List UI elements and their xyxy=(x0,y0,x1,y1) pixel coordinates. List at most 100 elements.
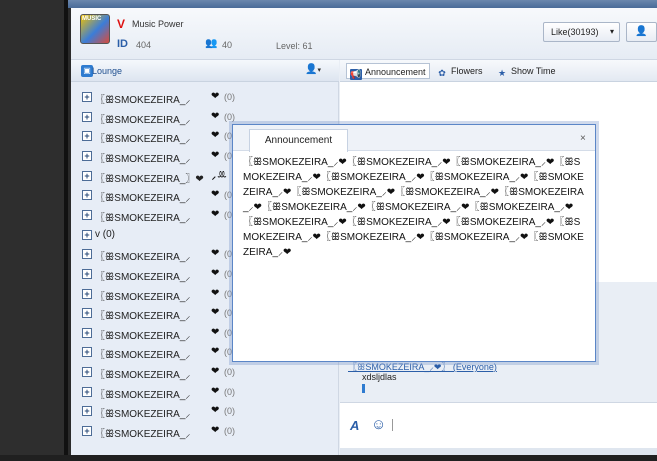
user-name: 〖ꕥSMOKEZEIRA_⸝ xyxy=(95,429,191,441)
heart-icon: ❤ xyxy=(211,366,220,378)
heart-icon: ⸝ꔛ xyxy=(211,169,227,181)
expand-icon[interactable]: + xyxy=(82,150,92,161)
lounge-title: Lounge xyxy=(92,66,123,76)
expand-icon[interactable]: + xyxy=(82,92,92,102)
user-profile-button[interactable]: 👤 xyxy=(626,22,657,42)
window-top-strip xyxy=(68,0,657,8)
user-name: v (0) xyxy=(95,228,115,240)
heart-icon: ❤ xyxy=(211,346,220,358)
user-name: 〖ꕥSMOKEZEIRA_⸝ xyxy=(95,409,191,421)
close-icon[interactable]: × xyxy=(580,133,586,144)
user-name: 〖ꕥSMOKEZEIRA_⸝ xyxy=(95,212,191,224)
expand-icon[interactable]: + xyxy=(82,111,92,122)
expand-icon[interactable]: + xyxy=(82,347,92,358)
user-likes: (0) xyxy=(224,92,235,102)
expand-icon[interactable]: + xyxy=(82,367,92,378)
user-name: 〖ꕥSMOKEZEIRA_⸝ xyxy=(95,311,191,323)
user-likes: (0) xyxy=(224,426,235,437)
user-name: 〖ꕥSMOKEZEIRA_⸝ xyxy=(95,330,191,342)
user-name: 〖ꕥSMOKEZEIRA_⸝ xyxy=(95,95,191,106)
announcement-button[interactable]: 📢 Announcement xyxy=(346,63,430,80)
user-name: 〖ꕥSMOKEZEIRA_⸝ xyxy=(95,252,191,264)
expand-icon[interactable]: + xyxy=(82,327,92,338)
heart-icon: ❤ xyxy=(211,189,220,201)
user-likes: (0) xyxy=(224,406,235,417)
heart-icon: ❤ xyxy=(211,425,220,437)
room-level: Level: 61 xyxy=(276,41,313,51)
expand-icon[interactable]: + xyxy=(82,386,92,397)
user-name: 〖ꕥSMOKEZEIRA_〗❤ xyxy=(95,173,204,185)
user-name: 〖ꕥSMOKEZEIRA_⸝ xyxy=(95,291,191,303)
users-count: 40 xyxy=(222,40,233,50)
heart-icon: ❤ xyxy=(211,248,220,260)
chat-message: xdsljdlas xyxy=(362,372,397,382)
expand-icon[interactable]: + xyxy=(82,308,92,319)
expand-icon[interactable]: + xyxy=(82,426,92,437)
flower-icon: ✿ xyxy=(438,68,446,78)
heart-icon: ❤ xyxy=(211,287,220,299)
announcement-dialog: Announcement × 〖ꕥSMOKEZEIRA_⸝❤〖ꕥSMOKEZEI… xyxy=(232,124,596,362)
user-name: 〖ꕥSMOKEZEIRA_⸝ xyxy=(95,350,191,362)
announcement-button-label: Announcement xyxy=(365,67,426,77)
user-name: 〖ꕥSMOKEZEIRA_⸝ xyxy=(95,153,191,165)
user-list-item[interactable]: + 〖ꕥSMOKEZEIRA_⸝ ❤ (0) xyxy=(82,384,332,402)
expand-icon[interactable]: + xyxy=(82,229,92,240)
room-id-value: 404 xyxy=(136,40,152,50)
megaphone-icon: 📢 xyxy=(350,69,362,80)
heart-icon: ❤ xyxy=(211,91,220,102)
user-list-item[interactable]: + 〖ꕥSMOKEZEIRA_⸝ ❤ (0) xyxy=(82,89,332,107)
chevron-down-icon: ▾ xyxy=(609,27,614,36)
expand-icon[interactable]: + xyxy=(82,288,92,299)
expand-icon[interactable]: + xyxy=(82,268,92,279)
room-logo: MUSIC xyxy=(80,14,110,44)
window-bezel xyxy=(0,0,68,461)
like-button-label: Like(30193) xyxy=(551,27,599,37)
heart-icon: ❤ xyxy=(211,385,220,397)
user-name: 〖ꕥSMOKEZEIRA_⸝ xyxy=(95,389,191,401)
heart-icon: ❤ xyxy=(211,208,220,220)
message-marker xyxy=(362,384,365,393)
heart-icon: ❤ xyxy=(211,130,220,142)
user-list-item[interactable]: + 〖ꕥSMOKEZEIRA_⸝ ❤ (0) xyxy=(82,403,332,421)
show-time-button-label: Show Time xyxy=(511,66,556,76)
user-name: 〖ꕥSMOKEZEIRA_⸝ xyxy=(95,193,191,205)
lounge-header: ▣ Lounge 👤▾ xyxy=(71,60,339,82)
star-icon: ★ xyxy=(497,68,507,78)
expand-icon[interactable]: + xyxy=(82,249,92,260)
message-input-bar: A ☺ xyxy=(340,402,657,448)
user-list-item[interactable]: + 〖ꕥSMOKEZEIRA_⸝ ❤ (0) xyxy=(82,423,332,441)
user-likes: (0) xyxy=(224,386,235,397)
show-time-button[interactable]: ★ Show Time xyxy=(496,63,556,79)
expand-icon[interactable]: + xyxy=(82,131,92,142)
user-name: 〖ꕥSMOKEZEIRA_⸝ xyxy=(95,114,191,126)
expand-icon[interactable]: + xyxy=(82,170,92,181)
like-button[interactable]: Like(30193) ▾ xyxy=(543,22,620,42)
smile-icon[interactable]: ☺ xyxy=(371,416,386,433)
room-logo-text: MUSIC xyxy=(82,16,102,22)
dialog-header: Announcement × xyxy=(233,125,595,152)
vip-badge: V xyxy=(117,17,126,31)
expand-icon[interactable]: + xyxy=(82,209,92,220)
font-icon[interactable]: A xyxy=(350,418,359,433)
lounge-menu-button[interactable]: 👤▾ xyxy=(305,64,321,75)
heart-icon: ❤ xyxy=(211,267,220,279)
user-settings-icon: 👤 xyxy=(305,64,318,75)
user-list-item[interactable]: + 〖ꕥSMOKEZEIRA_⸝ ❤ (0) xyxy=(82,364,332,382)
message-input[interactable] xyxy=(392,419,393,431)
room-name: Music Power xyxy=(132,19,184,29)
heart-icon: ❤ xyxy=(211,326,220,338)
users-icon: 👥 xyxy=(205,38,218,49)
flowers-button[interactable]: ✿ Flowers xyxy=(436,63,482,79)
taskbar-edge xyxy=(0,455,657,461)
room-header: MUSIC V Music Power ID 404 👥 40 Level: 6… xyxy=(71,8,657,60)
expand-icon[interactable]: + xyxy=(82,406,92,417)
dialog-tab-announcement[interactable]: Announcement xyxy=(249,129,348,152)
user-likes: (0) xyxy=(224,111,235,122)
user-icon: 👤 xyxy=(635,26,648,37)
heart-icon: ❤ xyxy=(211,307,220,319)
content-toolbar: 📢 Announcement ✿ Flowers ★ Show Time xyxy=(340,60,657,82)
heart-icon: ❤ xyxy=(211,405,220,417)
room-id-label: ID xyxy=(117,38,128,50)
announcement-text: 〖ꕥSMOKEZEIRA_⸝❤〖ꕥSMOKEZEIRA_⸝❤〖ꕥSMOKEZEI… xyxy=(243,157,584,258)
expand-icon[interactable]: + xyxy=(82,190,92,201)
